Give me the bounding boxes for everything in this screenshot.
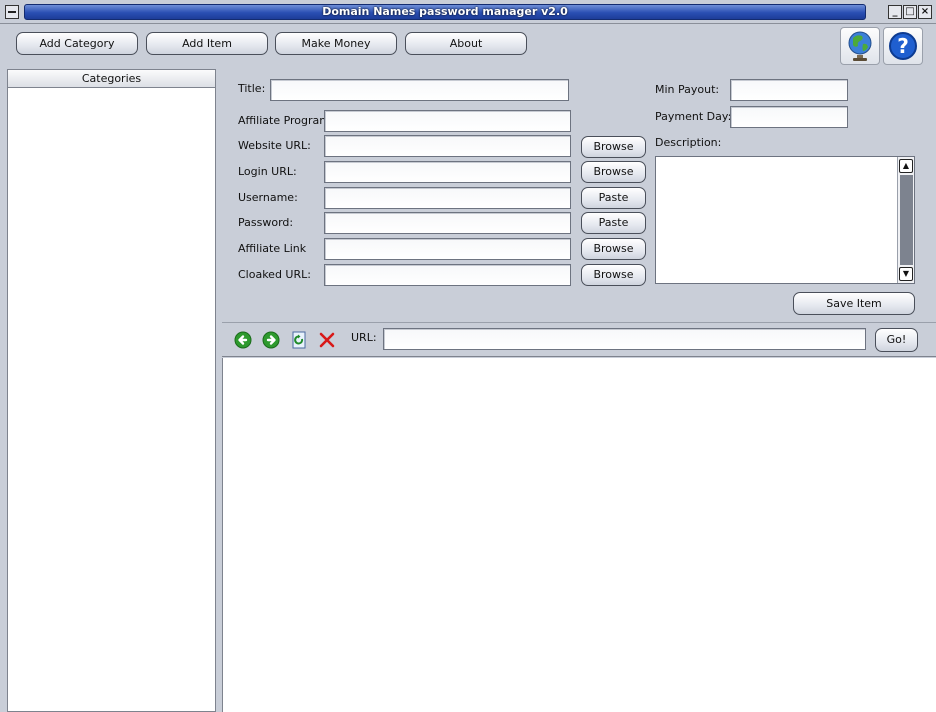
add-item-button[interactable]: Add Item <box>146 32 268 55</box>
browser-view[interactable] <box>222 358 936 712</box>
window-title: Domain Names password manager v2.0 <box>24 4 866 20</box>
password-paste-button[interactable]: Paste <box>581 212 646 234</box>
scroll-thumb[interactable] <box>900 175 913 265</box>
save-item-button[interactable]: Save Item <box>793 292 915 315</box>
about-button[interactable]: About <box>405 32 527 55</box>
affiliate-link-label: Affiliate Link <box>238 242 307 255</box>
payment-day-field[interactable] <box>730 106 848 128</box>
affiliate-link-browse-button[interactable]: Browse <box>581 238 646 260</box>
affiliate-program-field[interactable] <box>324 110 571 132</box>
help-icon: ? <box>889 32 917 60</box>
username-label: Username: <box>238 191 298 204</box>
title-bar: Domain Names password manager v2.0 _ □ × <box>0 0 936 24</box>
add-category-button[interactable]: Add Category <box>16 32 138 55</box>
cloaked-url-label: Cloaked URL: <box>238 268 311 281</box>
website-url-browse-button[interactable]: Browse <box>581 136 646 158</box>
affiliate-link-field[interactable] <box>324 238 571 260</box>
scroll-up-icon[interactable]: ▲ <box>899 159 913 173</box>
scroll-down-icon[interactable]: ▼ <box>899 267 913 281</box>
affiliate-program-label: Affiliate Program: <box>238 114 334 127</box>
description-textarea[interactable]: ▲ ▼ <box>655 156 915 284</box>
system-menu-icon[interactable] <box>5 5 19 19</box>
refresh-icon[interactable] <box>290 331 308 349</box>
go-button[interactable]: Go! <box>875 328 918 352</box>
globe-icon <box>848 31 872 61</box>
description-label: Description: <box>655 136 722 149</box>
maximize-icon: □ <box>905 6 915 17</box>
make-money-button[interactable]: Make Money <box>275 32 397 55</box>
stop-icon[interactable] <box>318 331 336 349</box>
forward-icon[interactable] <box>262 331 280 349</box>
close-icon: × <box>920 6 930 17</box>
website-url-label: Website URL: <box>238 139 311 152</box>
password-field[interactable] <box>324 212 571 234</box>
cloaked-url-field[interactable] <box>324 264 571 286</box>
help-button[interactable]: ? <box>883 27 923 65</box>
url-label: URL: <box>351 331 377 344</box>
categories-header: Categories <box>8 70 215 88</box>
login-url-browse-button[interactable]: Browse <box>581 161 646 183</box>
minimize-button[interactable]: _ <box>888 5 902 19</box>
svg-text:?: ? <box>897 34 909 58</box>
globe-button[interactable] <box>840 27 880 65</box>
login-url-label: Login URL: <box>238 165 297 178</box>
title-label: Title: <box>238 82 266 95</box>
cloaked-url-browse-button[interactable]: Browse <box>581 264 646 286</box>
website-url-field[interactable] <box>324 135 571 157</box>
login-url-field[interactable] <box>324 161 571 183</box>
min-payout-label: Min Payout: <box>655 83 720 96</box>
payment-day-label: Payment Day: <box>655 110 732 123</box>
maximize-button[interactable]: □ <box>903 5 917 19</box>
title-field[interactable] <box>270 79 569 101</box>
close-button[interactable]: × <box>918 5 932 19</box>
description-scrollbar[interactable]: ▲ ▼ <box>897 157 914 283</box>
min-payout-field[interactable] <box>730 79 848 101</box>
minimize-icon: _ <box>892 6 898 17</box>
categories-panel[interactable]: Categories <box>7 69 216 712</box>
url-input[interactable] <box>383 328 866 350</box>
username-field[interactable] <box>324 187 571 209</box>
username-paste-button[interactable]: Paste <box>581 187 646 209</box>
password-label: Password: <box>238 216 294 229</box>
back-icon[interactable] <box>234 331 252 349</box>
